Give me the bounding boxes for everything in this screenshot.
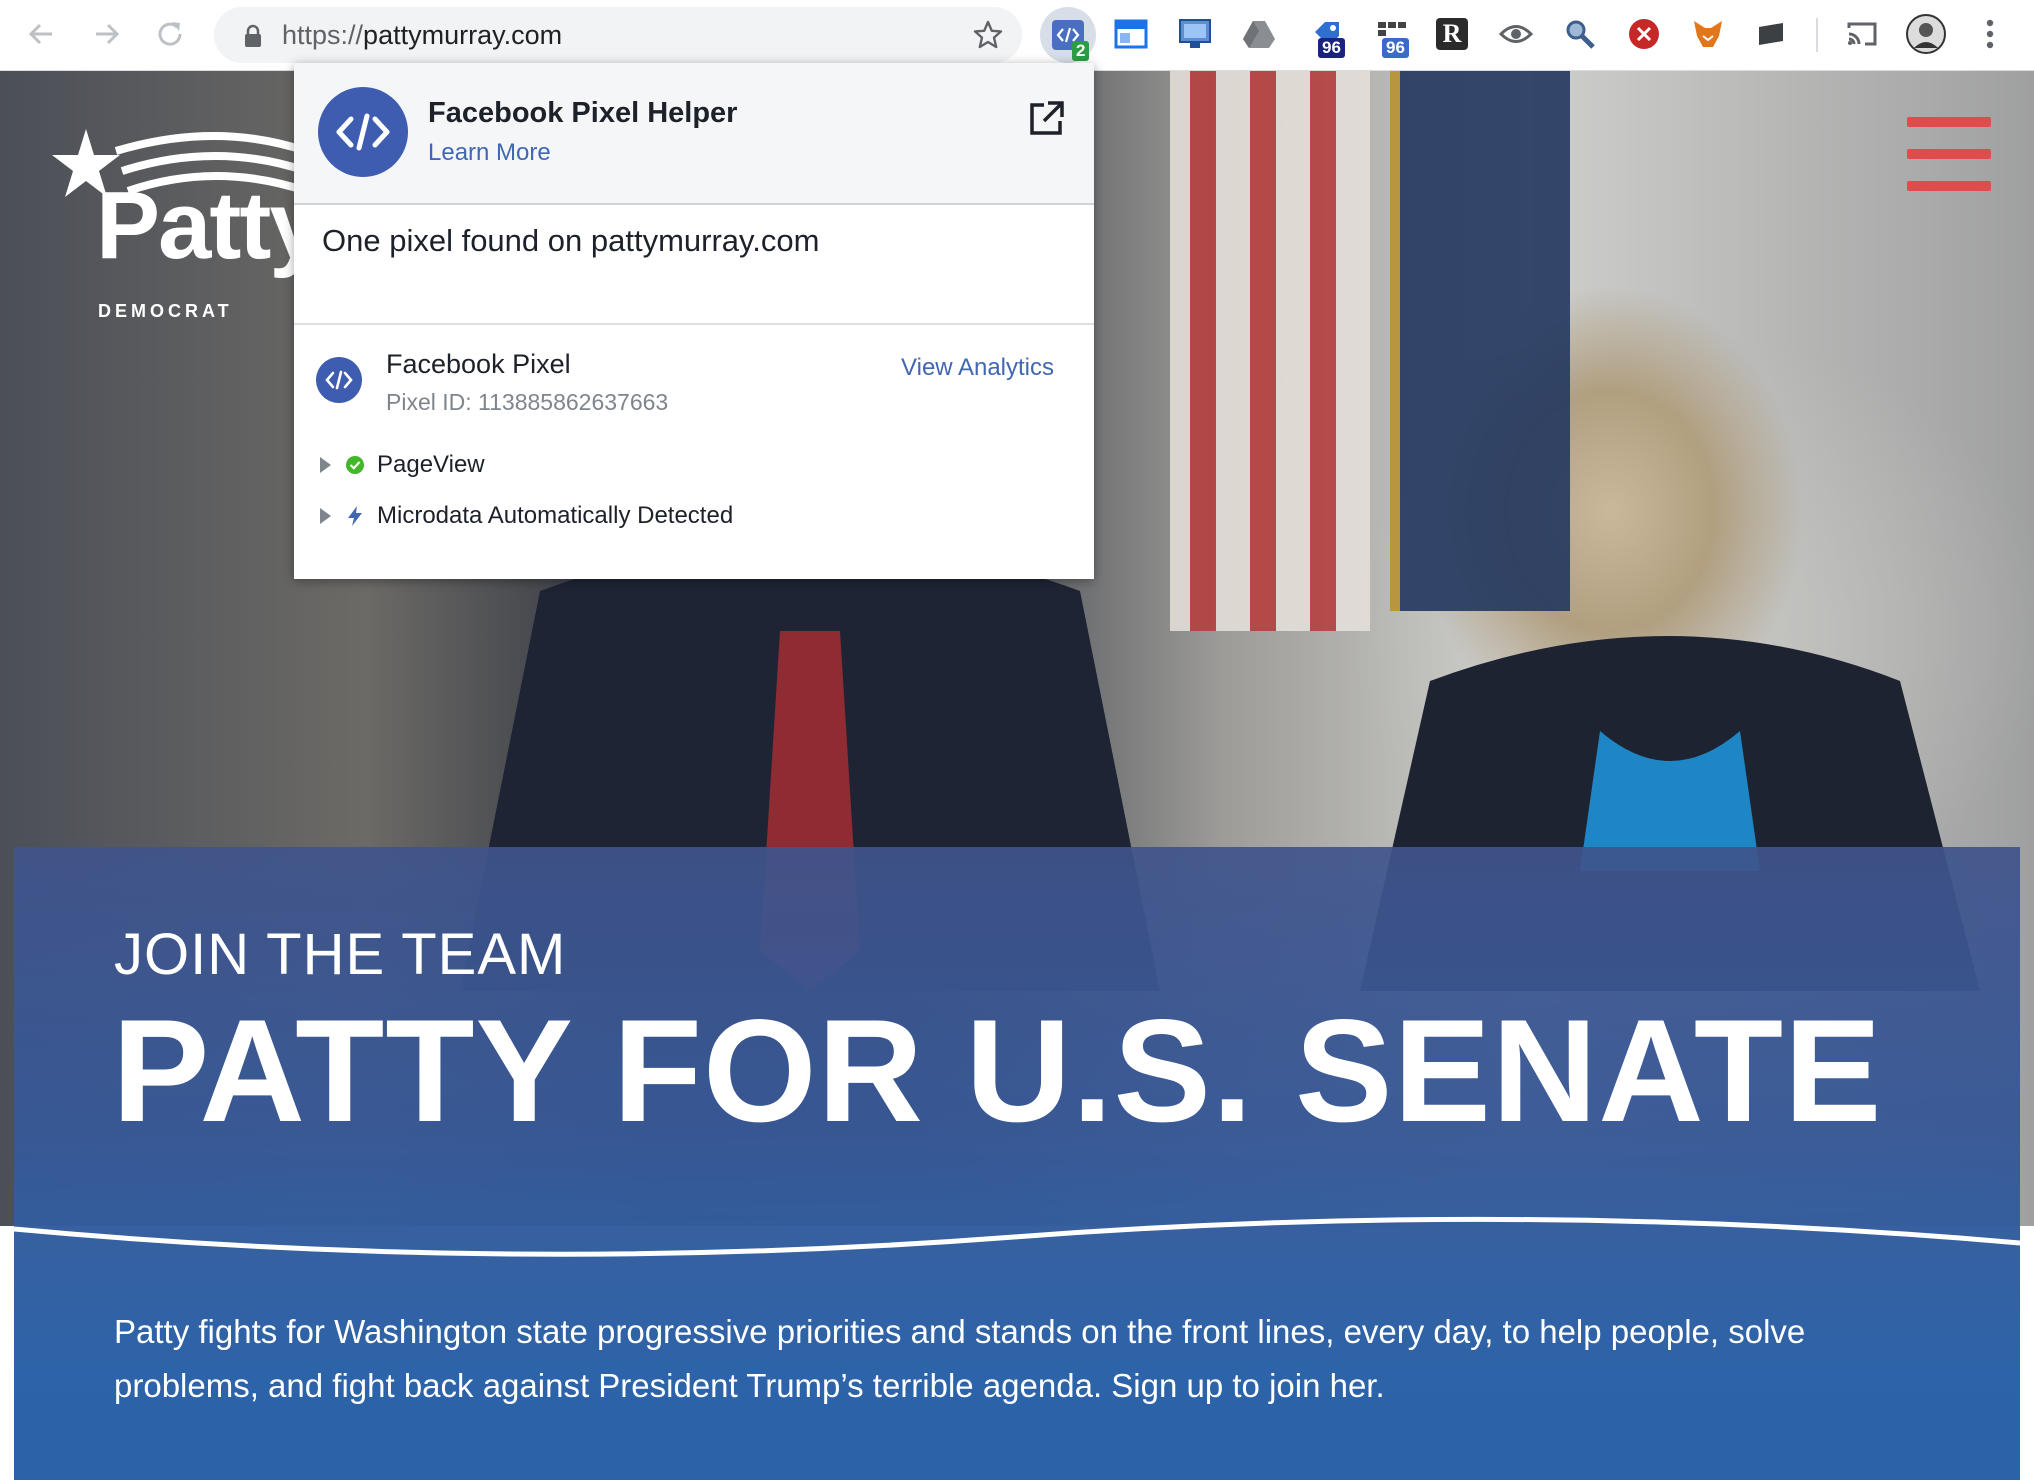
pixel-summary: One pixel found on pattymurray.com <box>322 223 820 258</box>
address-bar[interactable]: https://pattymurray.com <box>214 7 1022 63</box>
forward-button[interactable] <box>86 14 126 54</box>
expand-triangle-icon[interactable] <box>320 457 331 473</box>
check-circle-icon <box>346 456 364 474</box>
avatar-icon <box>1906 14 1946 54</box>
reload-icon <box>158 22 182 46</box>
extension-badge: 2 <box>1072 41 1090 61</box>
pixel-helper-popup: Facebook Pixel Helper Learn More One pix… <box>294 63 1094 579</box>
flag-graphic <box>1170 71 1370 631</box>
monitor-icon <box>1179 19 1211 48</box>
event-row-pageview[interactable]: PageView <box>320 450 485 480</box>
state-flag-graphic <box>1390 71 1570 611</box>
chrome-menu-button[interactable] <box>1970 14 2010 54</box>
learn-more-link[interactable]: Learn More <box>428 139 551 167</box>
hero-body-text: Patty fights for Washington state progre… <box>114 1313 1806 1404</box>
logo-party: DEMOCRAT <box>98 301 233 321</box>
popup-title: Facebook Pixel Helper <box>428 97 738 129</box>
event-row-microdata[interactable]: Microdata Automatically Detected <box>320 501 733 531</box>
cast-button[interactable] <box>1842 14 1882 54</box>
hero-headline: PATTY FOR U.S. SENATE <box>112 989 1883 1152</box>
logo-name: Patty <box>96 172 323 279</box>
facebook-pixel-helper-extension[interactable]: 2 <box>1040 7 1096 63</box>
extension-badge: 96 <box>1382 38 1409 58</box>
block-icon <box>1629 19 1659 49</box>
open-external-icon[interactable] <box>1026 99 1066 139</box>
popup-divider <box>294 323 1094 325</box>
window-resizer-extension[interactable] <box>1111 14 1151 54</box>
lock-icon[interactable] <box>242 24 264 48</box>
browser-toolbar: https://pattymurray.com 2 96 96 R <box>0 0 2034 71</box>
code-brackets-icon <box>325 370 353 390</box>
back-arrow-icon <box>28 23 52 45</box>
metamask-extension[interactable] <box>1688 14 1728 54</box>
pixel-name: Facebook Pixel <box>386 349 571 379</box>
blocker-extension[interactable] <box>1624 14 1664 54</box>
bookmark-star-icon[interactable] <box>972 19 1004 51</box>
profile-avatar-button[interactable] <box>1906 14 1946 54</box>
save-extension[interactable] <box>1752 14 1792 54</box>
pixel-helper-logo <box>318 87 408 177</box>
tag-assistant-extension[interactable]: 96 <box>1308 14 1348 58</box>
reload-button[interactable] <box>150 14 190 54</box>
wappalyzer-extension[interactable]: 96 <box>1372 14 1412 58</box>
window-icon <box>1114 19 1148 49</box>
readability-extension[interactable]: R <box>1432 14 1472 54</box>
cast-icon <box>1847 22 1877 46</box>
folder-icon <box>1759 23 1783 45</box>
extension-badge: 96 <box>1318 38 1345 58</box>
popup-header: Facebook Pixel Helper Learn More <box>294 63 1094 205</box>
back-button[interactable] <box>22 14 62 54</box>
google-drive-extension[interactable] <box>1239 14 1279 54</box>
lightning-icon <box>348 506 362 526</box>
wave-divider <box>14 1216 2020 1257</box>
toolbar-separator <box>1816 18 1818 52</box>
fox-icon <box>1694 21 1722 47</box>
event-label: Microdata Automatically Detected <box>377 502 734 529</box>
search-tool-extension[interactable] <box>1560 14 1600 54</box>
url-text[interactable]: https://pattymurray.com <box>282 7 562 63</box>
magnifier-icon <box>1566 20 1595 49</box>
forward-arrow-icon <box>96 23 120 45</box>
hamburger-menu-icon[interactable] <box>1907 117 1991 191</box>
kebab-menu-icon <box>1986 19 1994 49</box>
screenshot-extension[interactable] <box>1175 14 1215 54</box>
eye-icon <box>1499 25 1533 43</box>
letter-r-icon: R <box>1436 18 1468 50</box>
eye-extension[interactable] <box>1496 14 1536 54</box>
expand-triangle-icon[interactable] <box>320 508 331 524</box>
code-brackets-icon <box>336 113 390 151</box>
hero-panel: JOIN THE TEAM PATTY FOR U.S. SENATE Patt… <box>14 847 2020 1480</box>
event-label: PageView <box>377 451 485 478</box>
pixel-id: Pixel ID: 113885862637663 <box>386 389 669 415</box>
hero-kicker: JOIN THE TEAM <box>114 922 567 987</box>
drive-icon <box>1243 21 1275 48</box>
pixel-logo <box>316 357 362 403</box>
view-analytics-link[interactable]: View Analytics <box>901 354 1054 382</box>
